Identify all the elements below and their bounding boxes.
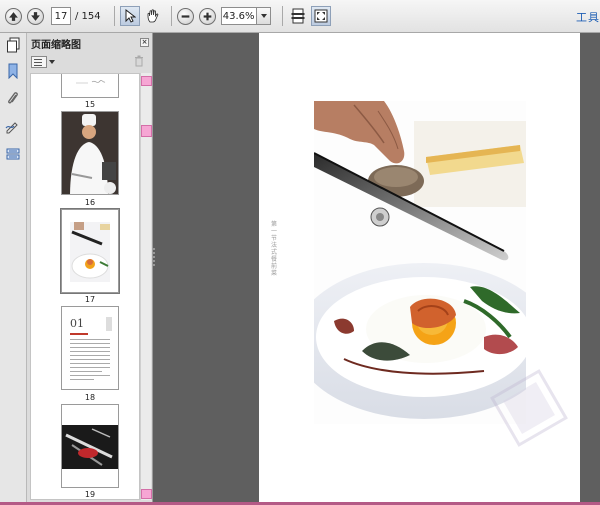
paperclip-icon: [8, 92, 18, 104]
toolbar: 17 / 154 43.6% 工具: [0, 0, 600, 33]
select-arrow-icon: [125, 9, 136, 23]
bookmarks-button[interactable]: [4, 62, 22, 80]
plus-icon: [203, 12, 211, 20]
thumbnail-page-current[interactable]: [60, 208, 120, 294]
thumbnail-page[interactable]: [61, 74, 119, 98]
next-page-button[interactable]: [27, 7, 44, 25]
scroll-down-button[interactable]: [141, 489, 152, 499]
thumbnail-label: 15: [84, 100, 96, 109]
zoom-in-button[interactable]: [198, 7, 216, 25]
thumbnail-page[interactable]: [61, 404, 119, 488]
chevron-down-icon: [261, 14, 268, 18]
panel-title: 页面缩略图: [31, 39, 81, 51]
toolbar-divider: [170, 6, 172, 26]
options-button[interactable]: [31, 56, 47, 68]
thumbnail-label: 16: [84, 198, 96, 207]
page-total: / 154: [75, 10, 101, 22]
panel-toolbar: [27, 53, 152, 71]
toolbar-divider: [113, 6, 115, 26]
fit-page-icon: [291, 8, 305, 24]
fit-page-button[interactable]: [288, 6, 308, 26]
thumbnail-page[interactable]: 01: [61, 306, 119, 390]
panel-header: 页面缩略图 ×: [27, 33, 152, 53]
toolbar-divider: [281, 6, 283, 26]
thumbnail-page[interactable]: [61, 111, 119, 195]
watermark-stamp: [490, 369, 568, 447]
scroll-up-button[interactable]: [141, 76, 152, 86]
minus-icon: [181, 14, 189, 18]
tools-link[interactable]: 工具: [576, 9, 600, 25]
layers-button[interactable]: [4, 146, 22, 164]
thumbnail-label: 18: [84, 393, 96, 402]
page-thumbnails-button[interactable]: [4, 36, 22, 54]
page-number-input[interactable]: 17: [51, 7, 71, 25]
arrow-up-icon: [9, 11, 18, 21]
document-view[interactable]: 第一节 法式餐前菜: [153, 33, 600, 502]
thumbnail-list[interactable]: 15 16 17 01 18 19: [30, 73, 140, 500]
thumbnail-label: 19: [84, 490, 96, 499]
page-vertical-text: 第一节 法式餐前菜: [271, 221, 278, 277]
hand-tool-button[interactable]: [143, 6, 163, 26]
trash-icon[interactable]: [134, 55, 144, 67]
zoom-input[interactable]: 43.6%: [220, 7, 257, 25]
document-page: 第一节 法式餐前菜: [259, 33, 580, 502]
full-screen-icon: [314, 9, 328, 23]
signature-icon: [5, 122, 18, 134]
chevron-down-icon: [49, 60, 55, 64]
signatures-button[interactable]: [4, 118, 22, 136]
panel-splitter[interactable]: [153, 248, 156, 268]
thumbnail-label: 17: [84, 295, 96, 304]
select-tool-button[interactable]: [119, 6, 140, 26]
zoom-dropdown-button[interactable]: [256, 7, 271, 25]
pages-icon: [6, 37, 19, 53]
scroll-thumb[interactable]: [141, 125, 152, 137]
layers-icon: [6, 148, 20, 160]
thumbnail-scrollbar[interactable]: [140, 73, 152, 500]
arrow-down-icon: [31, 11, 40, 21]
prev-page-button[interactable]: [5, 7, 22, 25]
attachments-button[interactable]: [4, 90, 22, 108]
full-screen-button[interactable]: [310, 6, 331, 26]
svg-text:01: 01: [70, 317, 84, 330]
hand-icon: [147, 9, 158, 23]
zoom-out-button[interactable]: [176, 7, 194, 25]
close-panel-button[interactable]: ×: [140, 38, 149, 47]
bookmark-icon: [8, 63, 18, 79]
navigation-icon-bar: [0, 33, 27, 502]
thumbnails-panel: 页面缩略图 × 15 16 17 01 18 19: [27, 33, 153, 502]
